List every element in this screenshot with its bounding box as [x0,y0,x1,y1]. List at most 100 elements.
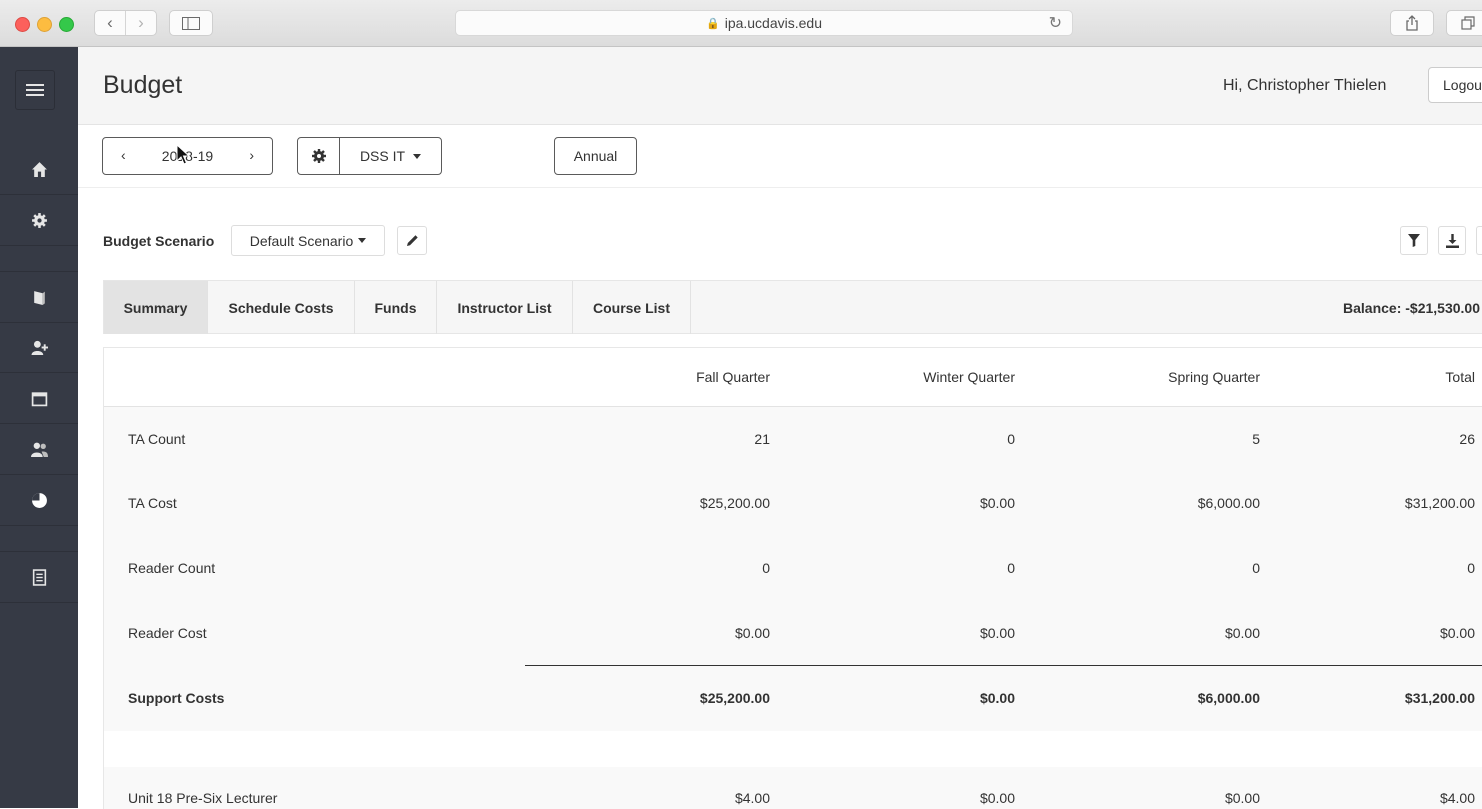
column-header: Winter Quarter [923,369,1015,385]
table-cell: $0.00 [734,625,770,641]
user-greeting: Hi, Christopher Thielen [1223,77,1387,94]
tab-schedule-costs[interactable]: Schedule Costs [208,281,355,334]
table-cell: $6,000.00 [1197,690,1260,706]
add-person-icon [31,340,48,355]
forward-arrow-icon[interactable]: › [125,11,156,35]
menu-toggle-button[interactable] [15,70,55,110]
table-cell: $31,200.00 [1404,690,1475,706]
document-icon [32,568,46,586]
url-text: ipa.ucdavis.edu [724,15,822,31]
tab-course-list[interactable]: Course List [573,281,691,334]
filter-icon [1408,234,1420,247]
annual-button[interactable]: Annual [554,137,637,175]
sidebar-toggle-button[interactable] [169,10,213,36]
left-navigation [0,47,78,808]
show-tabs-button[interactable] [1446,10,1482,36]
table-header: Fall Quarter Winter Quarter Spring Quart… [104,348,1482,407]
tab-instructor-list[interactable]: Instructor List [437,281,573,334]
table-cell: $4.00 [734,790,770,806]
close-window-button[interactable] [15,17,30,32]
mouse-cursor-icon [176,144,190,165]
scenario-dropdown[interactable]: Default Scenario [231,225,385,256]
table-cell: $25,200.00 [699,495,770,511]
budget-scenario-label: Budget Scenario [103,233,215,249]
row-label: TA Cost [128,495,177,511]
address-bar[interactable]: 🔒 ipa.ucdavis.edu ↻ [455,10,1073,36]
pencil-icon [406,235,418,246]
back-arrow-icon[interactable]: ‹ [95,11,125,35]
table-cell: $31,200.00 [1404,495,1475,511]
table-cell: 0 [1007,431,1015,447]
nav-assign-instructors[interactable] [0,322,78,373]
section-spacer [104,731,1482,767]
tab-funds[interactable]: Funds [355,281,437,334]
nav-people[interactable] [0,424,78,475]
calendar-icon [31,391,47,406]
tabs-icon [1461,16,1475,30]
nav-home[interactable] [0,144,78,195]
history-nav: ‹ › [94,10,157,36]
chevron-down-icon [358,238,367,243]
table-cell: 26 [1459,431,1475,447]
gear-icon [31,212,47,228]
tab-summary[interactable]: Summary [104,281,208,334]
column-header: Fall Quarter [696,369,770,385]
download-icon [1445,233,1459,248]
page-title: Budget [103,71,183,99]
scenario-selected: Default Scenario [249,232,354,249]
download-button[interactable] [1438,226,1466,255]
table-cell: $0.00 [979,690,1015,706]
browser-toolbar: ‹ › 🔒 ipa.ucdavis.edu ↻ [0,0,1482,47]
gear-icon [311,149,326,163]
people-icon [30,442,48,457]
table-cell: $0.00 [1224,790,1260,806]
table-cell: $4.00 [1439,790,1475,806]
subtotal-divider [525,665,1482,666]
table-cell: $0.00 [1224,625,1260,641]
reload-icon[interactable]: ↻ [1049,13,1062,33]
budget-toolbar: ‹ 2018-19 › DSS IT Annual [78,125,1482,188]
nav-schedule[interactable] [0,373,78,424]
minimize-window-button[interactable] [37,17,52,32]
table-cell: $6,000.00 [1197,495,1260,511]
nav-reports[interactable] [0,551,78,603]
page-header: Budget Hi, Christopher Thielen Logou [78,47,1482,125]
lock-icon: 🔒 [706,17,720,30]
nav-courses[interactable] [0,271,78,323]
chevron-down-icon [413,153,422,159]
department-label: DSS IT [359,148,406,164]
table-cell: $0.00 [979,790,1015,806]
pie-chart-icon [31,492,47,508]
row-label: Reader Count [128,560,216,576]
nav-budget[interactable] [0,475,78,526]
column-header: Total [1445,369,1475,385]
more-button[interactable] [1476,226,1482,255]
book-icon [33,290,45,305]
edit-scenario-button[interactable] [397,226,427,255]
share-button[interactable] [1390,10,1434,36]
table-cell: 0 [762,560,770,576]
menu-icon [26,84,44,96]
logout-button[interactable]: Logou [1428,67,1482,103]
balance-value: Balance: -$21,530.00 [1343,300,1480,316]
table-cell: 5 [1252,431,1260,447]
zoom-window-button[interactable] [59,17,74,32]
department-dropdown[interactable]: DSS IT [339,137,442,175]
next-year-icon[interactable]: › [249,147,254,163]
filter-button[interactable] [1400,226,1428,255]
column-header: Spring Quarter [1168,369,1260,385]
table-cell: 0 [1252,560,1260,576]
table-cell: $25,200.00 [699,690,770,706]
nav-settings[interactable] [0,195,78,246]
table-cell: 21 [754,431,770,447]
home-icon [31,161,47,177]
table-cell: $0.00 [1439,625,1475,641]
table-cell: 0 [1467,560,1475,576]
row-label: Reader Cost [128,625,207,641]
row-label: TA Count [128,431,186,447]
table-cell: 0 [1007,560,1015,576]
share-icon [1406,15,1418,31]
sidebar-icon [182,16,200,30]
row-label: Support Costs [128,690,225,706]
workgroup-settings-button[interactable] [297,137,340,175]
